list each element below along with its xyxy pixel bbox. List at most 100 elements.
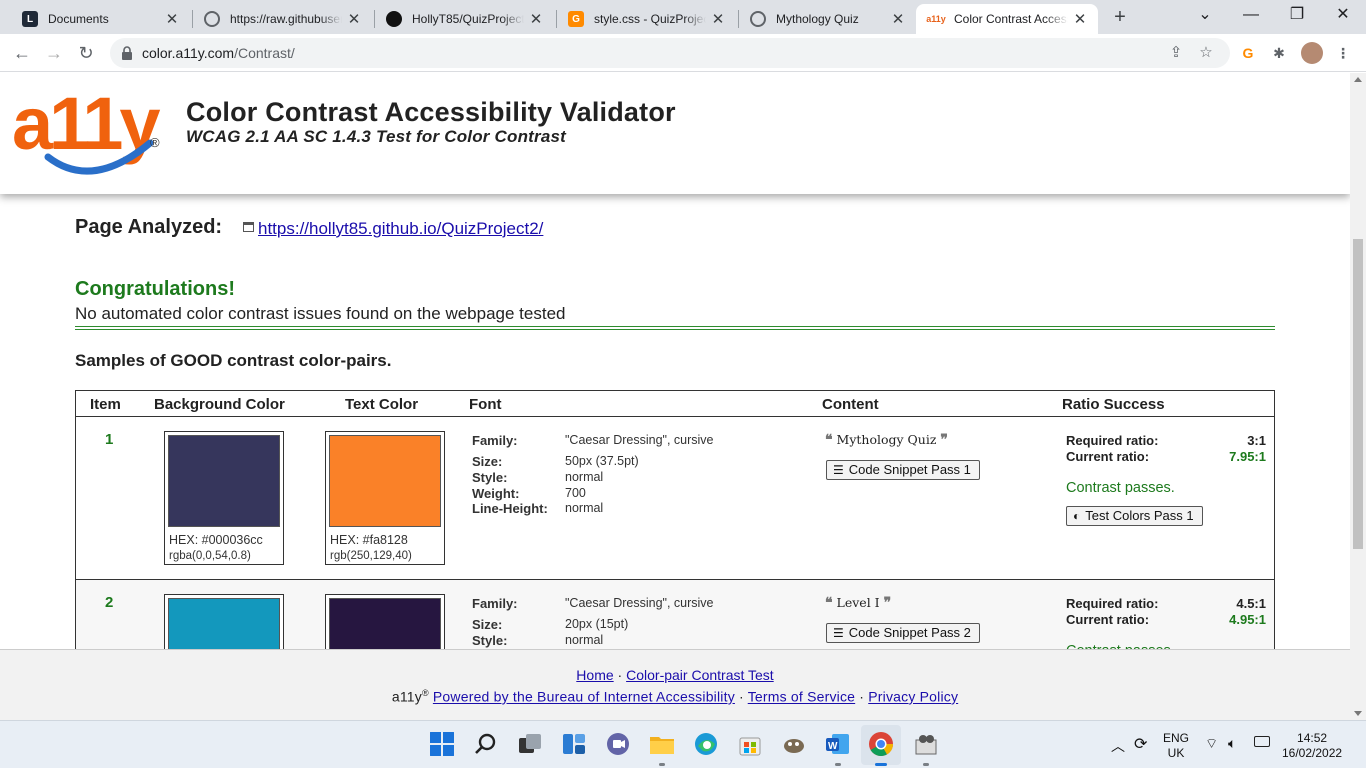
gimp-icon[interactable] — [781, 731, 807, 757]
contrast-passes-text: Contrast passes. — [1066, 480, 1175, 496]
font-style-value: normal — [565, 633, 604, 647]
background-rgb: rgba(0,0,54,0.8) — [169, 550, 251, 562]
sync-icon[interactable]: ⟳ — [1134, 734, 1147, 754]
wifi-icon[interactable]: ⌔ — [1205, 735, 1218, 753]
task-view-icon[interactable] — [517, 731, 543, 757]
tab-title: HollyT85/QuizProject2 — [412, 12, 524, 26]
tab-title: Mythology Quiz — [776, 12, 859, 26]
code-snippet-button[interactable]: ☰ Code Snippet Pass 2 — [826, 623, 980, 643]
new-tab-button[interactable]: + — [1108, 4, 1132, 30]
close-window-icon[interactable]: ✕ — [1320, 0, 1366, 32]
close-tab-icon[interactable]: ✕ — [1072, 10, 1088, 28]
extensions-puzzle-icon[interactable]: ✱ — [1268, 42, 1290, 64]
forward-icon[interactable]: → — [40, 40, 68, 66]
svg-text:W: W — [828, 741, 838, 752]
required-ratio-label: Required ratio: — [1066, 433, 1159, 448]
word-icon[interactable]: W — [825, 731, 851, 757]
divider — [75, 326, 1275, 330]
app-icon[interactable] — [913, 731, 939, 757]
battery-icon[interactable] — [1254, 736, 1270, 747]
close-tab-icon[interactable]: ✕ — [164, 10, 180, 28]
browser-toolbar: ← → ↻ color.a11y.com/Contrast/ ⇪ ☆ G ✱ ⋮ — [0, 34, 1366, 72]
close-tab-icon[interactable]: ✕ — [710, 10, 726, 28]
bookmark-star-icon[interactable]: ☆ — [1196, 44, 1216, 64]
color-pair-test-link[interactable]: Color-pair Contrast Test — [626, 667, 774, 683]
close-tab-icon[interactable]: ✕ — [346, 10, 362, 28]
widgets-icon[interactable] — [561, 731, 587, 757]
page-subtitle: WCAG 2.1 AA SC 1.4.3 Test for Color Cont… — [186, 127, 567, 146]
footer-links: Home · Color-pair Contrast Test — [576, 667, 774, 683]
documents-favicon: L — [22, 11, 38, 27]
tab-mythology-quiz[interactable]: Mythology Quiz ✕ — [738, 4, 916, 34]
column-header: Font — [469, 396, 502, 413]
privacy-link[interactable]: Privacy Policy — [868, 689, 958, 705]
font-family-value: "Caesar Dressing", cursive — [565, 433, 714, 447]
file-explorer-icon[interactable] — [649, 731, 675, 757]
tab-color-contrast[interactable]: a11y Color Contrast Accessibility Valida… — [916, 4, 1098, 34]
minimize-icon[interactable]: — — [1228, 0, 1274, 32]
column-header: Text Color — [345, 396, 419, 413]
chrome-icon[interactable] — [868, 731, 894, 757]
tab-title: Color Contrast Accessibility Validator — [954, 12, 1068, 26]
tab-search-icon[interactable]: ⌄ — [1182, 0, 1228, 32]
current-ratio-label: Current ratio: — [1066, 449, 1150, 464]
font-size-value: 50px (37.5pt) — [565, 454, 639, 468]
text-rgb: rgb(250,129,40) — [330, 550, 412, 562]
background-color-sample: HEX: #000036cc rgba(0,0,54,0.8) — [164, 431, 284, 565]
github-favicon — [386, 11, 402, 27]
home-link[interactable]: Home — [576, 667, 613, 683]
volume-icon[interactable]: 🔈︎ — [1228, 735, 1236, 752]
windows-start-icon[interactable] — [429, 731, 455, 757]
tab-style-css[interactable]: G style.css - QuizProject2 ✕ — [556, 4, 736, 34]
code-snippet-button[interactable]: ☰ Code Snippet Pass 1 — [826, 460, 980, 480]
scroll-up-icon[interactable] — [1354, 77, 1362, 82]
tab-github-repo[interactable]: HollyT85/QuizProject2 ✕ — [374, 4, 554, 34]
list-icon: ☰ — [833, 626, 844, 640]
address-bar[interactable]: color.a11y.com/Contrast/ ⇪ ☆ — [110, 38, 1230, 68]
scroll-down-icon[interactable] — [1354, 711, 1362, 716]
lock-icon — [122, 46, 132, 60]
item-number: 2 — [105, 594, 114, 611]
close-tab-icon[interactable]: ✕ — [528, 10, 544, 28]
analyzed-url-link[interactable]: https://hollyt85.github.io/QuizProject2/ — [243, 219, 543, 239]
close-quote-icon: ❞ — [883, 595, 892, 611]
a11y-logo: a11y ® — [12, 83, 164, 175]
content-text: Mythology Quiz — [836, 432, 937, 447]
reload-icon[interactable]: ↻ — [72, 40, 100, 66]
close-tab-icon[interactable]: ✕ — [890, 10, 906, 28]
tab-strip: L Documents ✕ https://raw.githubusercont… — [0, 0, 1366, 34]
show-hidden-icons[interactable]: ︿ — [1111, 736, 1125, 756]
current-ratio-value: 7.95:1 — [1229, 449, 1266, 464]
font-style-value: normal — [565, 470, 604, 484]
page-scrollbar[interactable] — [1350, 73, 1366, 720]
terms-link[interactable]: Terms of Service — [748, 689, 855, 705]
scrollbar-thumb[interactable] — [1353, 239, 1363, 549]
teams-chat-icon[interactable] — [605, 731, 631, 757]
tab-title: https://raw.githubusercontent — [230, 12, 342, 26]
test-colors-button[interactable]: ◐ Test Colors Pass 1 — [1066, 506, 1203, 526]
taskbar: W ︿ ⟳ ENG UK ⌔ 🔈︎ 14:52 16/02/2022 — [0, 720, 1366, 768]
tab-raw-github[interactable]: https://raw.githubusercontent ✕ — [192, 4, 372, 34]
edge-icon[interactable] — [693, 731, 719, 757]
chrome-menu-icon[interactable]: ⋮ — [1332, 42, 1354, 64]
footer-brand: a11y — [391, 688, 422, 705]
list-icon: ☰ — [833, 463, 844, 477]
a11y-favicon: a11y — [926, 14, 946, 24]
font-size-value: 20px (15pt) — [565, 617, 629, 631]
gitpod-extension-icon[interactable]: G — [1237, 42, 1259, 64]
open-quote-icon: ❝ — [825, 432, 833, 448]
store-icon[interactable] — [737, 731, 763, 757]
clock[interactable]: 14:52 16/02/2022 — [1282, 731, 1342, 761]
share-icon[interactable]: ⇪ — [1166, 44, 1186, 64]
restore-icon[interactable]: ❐ — [1274, 0, 1320, 32]
search-icon[interactable] — [473, 731, 499, 757]
text-swatch — [329, 435, 441, 527]
profile-avatar[interactable] — [1301, 42, 1323, 64]
back-icon[interactable]: ← — [8, 40, 36, 66]
language-indicator[interactable]: ENG UK — [1163, 731, 1189, 761]
tab-documents[interactable]: L Documents ✕ — [10, 4, 190, 34]
required-ratio-value: 3:1 — [1247, 433, 1266, 448]
table-header: Item Background Color Text Color Font Co… — [76, 391, 1274, 417]
powered-by-link[interactable]: Powered by the Bureau of Internet Access… — [433, 689, 735, 705]
font-weight-value: 700 — [565, 486, 586, 500]
